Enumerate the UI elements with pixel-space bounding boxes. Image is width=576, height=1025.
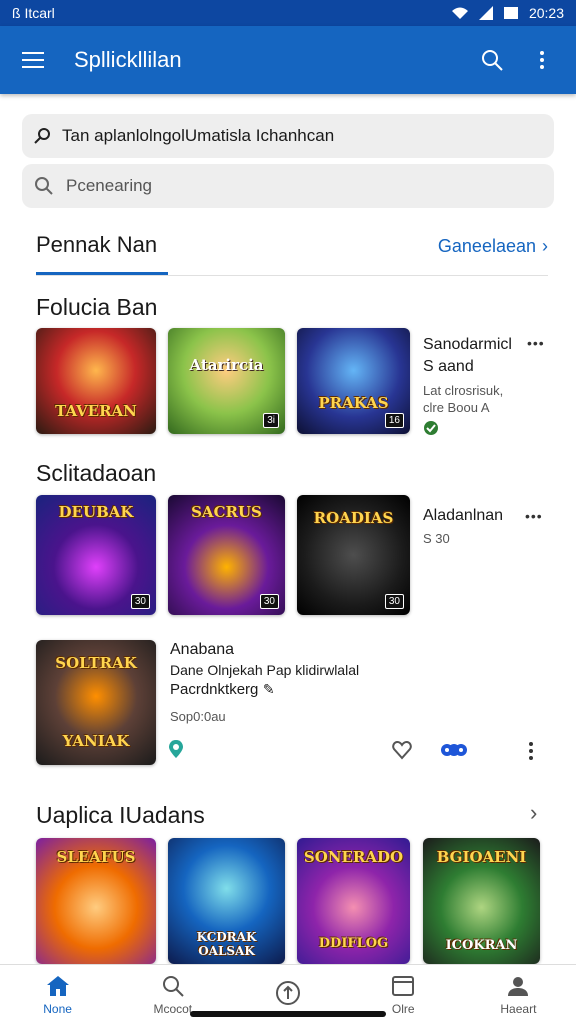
search-icon (34, 128, 50, 144)
game-thumb-label: TAVERAN (55, 402, 137, 420)
tab-link-label: Ganeelaean (437, 236, 536, 256)
game-thumb-1[interactable]: TAVERAN (36, 328, 156, 434)
app-bar: Spllickllilan (0, 26, 576, 94)
featured-line2: Pacrdnktkerg (170, 681, 259, 698)
section-title-1: Folucia Ban (36, 294, 158, 320)
game-thumb-label: DDIFLOG (318, 936, 389, 951)
search-icon (162, 976, 184, 997)
section1-meta: Sanodarmicl S aand Lat clrosrisuk, clre … (423, 334, 523, 441)
search-field-primary[interactable]: Tan aplanlolngolUmatisla Ichanhcan (22, 114, 554, 158)
featured-meta: Anabana Dane Olnjekah Pap klidirwlalal P… (170, 641, 410, 724)
tab-row: Pennak Nan Ganeelaean › (36, 232, 548, 276)
game-thumb-2[interactable]: Atarircia 3i (168, 328, 285, 434)
nav-item-home[interactable]: None (0, 965, 115, 1025)
item-title: Aladanlnan (423, 507, 504, 524)
game-thumb-7[interactable]: SLEAFUS (36, 838, 156, 964)
more-vert-icon[interactable] (524, 42, 560, 78)
game-thumb-label: SOLTRAK (55, 654, 137, 672)
game-thumb-4[interactable]: DEUBAK 30 (36, 495, 156, 615)
edit-icon[interactable]: ✎ (263, 681, 275, 697)
game-thumb-label: YANIAK (62, 732, 130, 750)
search-query: Tan aplanlolngolUmatisla Ichanhcan (62, 126, 335, 145)
game-thumb-label: ROADIAS (313, 509, 394, 527)
home-indicator[interactable] (190, 1011, 386, 1017)
game-thumb-8[interactable]: KCDRAK OALSAK (168, 838, 285, 964)
upload-icon (276, 981, 300, 1005)
game-thumb-6[interactable]: ROADIAS 30 (297, 495, 410, 615)
game-thumb-label: PRAKAS (318, 394, 389, 412)
tab-active[interactable]: Pennak Nan (36, 232, 157, 258)
search-icon (35, 177, 53, 195)
menu-icon[interactable] (16, 42, 52, 78)
section2-meta: Aladanlnan S 30 (423, 507, 523, 546)
chevron-right-icon[interactable]: › (530, 800, 537, 826)
item-subtitle: Lat clrosrisuk, clre Boou A (423, 383, 504, 415)
status-left: ß Itcarl (12, 5, 55, 21)
status-bar: ß Itcarl 20:23 (0, 0, 576, 26)
app-title: Spllickllilan (74, 47, 182, 72)
game-thumb-label: DEUBAK (58, 503, 134, 521)
game-thumb-label: Atarircia (189, 356, 264, 374)
rating-badge: 30 (259, 594, 279, 609)
game-thumb-label: SACRUS (191, 503, 262, 521)
featured-thumb[interactable]: SOLTRAK YANIAK (36, 640, 156, 765)
item-title: Sanodarmicl S aand (423, 336, 512, 375)
section-title-2: Sclitadaoan (36, 460, 157, 486)
verified-icon (424, 421, 438, 435)
rating-badge: 3i (263, 413, 279, 428)
search-input[interactable] (64, 175, 542, 197)
overflow-icon[interactable]: ••• (525, 508, 543, 524)
section-title-3: Uaplica IUadans (36, 802, 205, 828)
nav-label: Mcocot (153, 1002, 193, 1016)
game-thumb-label: SLEAFUS (56, 848, 136, 866)
nav-label: None (43, 1002, 72, 1016)
profile-icon (508, 977, 529, 996)
signal-icon (478, 6, 493, 20)
game-thumb-10[interactable]: BGIOAENI ICOKRAN (423, 838, 540, 964)
featured-line1: Dane Olnjekah Pap klidirwlalal (170, 662, 360, 678)
featured-title: Anabana (170, 641, 235, 658)
search-field-secondary[interactable] (22, 164, 554, 208)
nav-label: Olre (391, 1002, 415, 1016)
game-thumb-5[interactable]: SACRUS 30 (168, 495, 285, 615)
tab-divider (36, 275, 548, 276)
rating-badge: 30 (384, 594, 404, 609)
status-icons: 20:23 (451, 5, 564, 21)
chevron-right-icon: › (542, 236, 548, 256)
rating-badge: 16 (384, 413, 404, 428)
game-thumb-label: BGIOAENI (436, 848, 527, 866)
game-thumb-label: ICOKRAN (445, 938, 518, 953)
rating-badge: 30 (130, 594, 150, 609)
library-icon (392, 976, 415, 996)
battery-icon (503, 7, 518, 19)
status-time: 20:23 (528, 5, 564, 21)
group-icon[interactable] (440, 741, 468, 759)
nav-item-profile[interactable]: Haeart (461, 965, 576, 1025)
more-vert-icon[interactable] (528, 741, 534, 761)
home-icon (46, 976, 69, 996)
search-icon[interactable] (474, 42, 510, 78)
game-thumb-label: SONERADO (303, 848, 404, 866)
nav-label: Haeart (500, 1002, 537, 1016)
item-subtitle: S 30 (423, 531, 450, 546)
featured-date: Sop0:0au (170, 709, 226, 724)
location-pin-icon (169, 740, 183, 758)
featured-line2-row: Pacrdnktkerg ✎ (170, 681, 410, 699)
game-thumb-label: KCDRAK OALSAK (196, 930, 257, 958)
wifi-icon (451, 7, 468, 19)
favorite-icon[interactable] (392, 740, 412, 760)
tab-link[interactable]: Ganeelaean › (438, 236, 548, 257)
game-thumb-9[interactable]: SONERADO DDIFLOG (297, 838, 410, 964)
game-thumb-3[interactable]: PRAKAS 16 (297, 328, 410, 434)
overflow-icon[interactable]: ••• (527, 335, 545, 351)
